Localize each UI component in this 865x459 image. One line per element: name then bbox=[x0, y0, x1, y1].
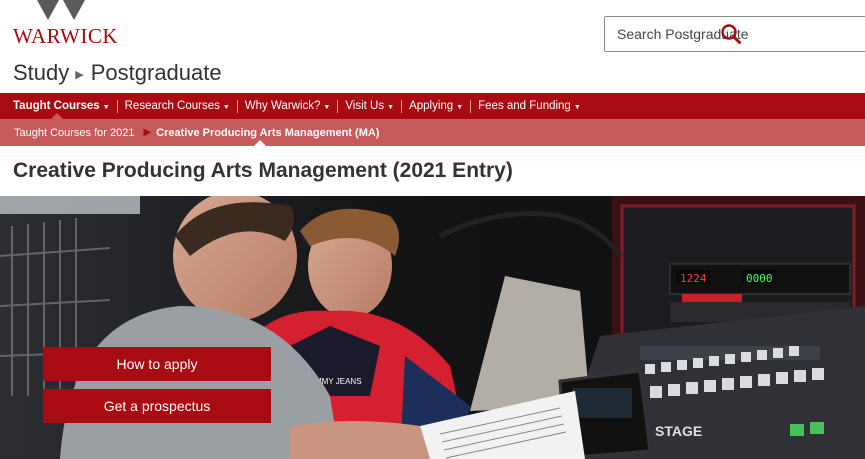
logo-mark-icon bbox=[37, 0, 85, 20]
subnav-arrow-icon: ▶ bbox=[143, 127, 152, 138]
caret-down-icon: ▼ bbox=[102, 103, 110, 111]
site-title: Study ▶ Postgraduate bbox=[13, 60, 222, 86]
nav-research-courses[interactable]: Research Courses ▼ bbox=[125, 100, 230, 112]
current-page-pointer bbox=[254, 140, 266, 146]
subnav-current-page: Creative Producing Arts Management (MA) bbox=[156, 126, 380, 139]
nav-divider bbox=[337, 99, 339, 113]
logo-wordmark: WARWICK bbox=[13, 24, 118, 48]
nav-fees-funding-label: Fees and Funding bbox=[478, 100, 571, 112]
nav-divider bbox=[116, 99, 118, 113]
site-header: WARWICK Study ▶ Postgraduate bbox=[0, 0, 865, 93]
nav-taught-courses[interactable]: Taught Courses ▼ bbox=[13, 100, 110, 112]
nav-applying[interactable]: Applying ▼ bbox=[409, 100, 463, 112]
nav-visit-us[interactable]: Visit Us ▼ bbox=[345, 100, 394, 112]
nav-why-warwick[interactable]: Why Warwick? ▼ bbox=[245, 100, 331, 112]
caret-down-icon: ▼ bbox=[323, 103, 331, 111]
console-brand-text: STAGE bbox=[655, 423, 702, 439]
nav-divider bbox=[470, 99, 472, 113]
page-title: Creative Producing Arts Management (2021… bbox=[13, 159, 513, 182]
caret-down-icon: ▼ bbox=[222, 103, 230, 111]
caret-down-icon: ▼ bbox=[456, 103, 464, 111]
nav-why-warwick-label: Why Warwick? bbox=[244, 100, 321, 112]
nav-applying-label: Applying bbox=[409, 100, 454, 112]
caret-down-icon: ▼ bbox=[573, 103, 581, 111]
sub-nav: Taught Courses for 2021 ▶ Creative Produ… bbox=[0, 119, 865, 146]
site-subsection-link[interactable]: Postgraduate bbox=[91, 60, 222, 86]
nav-taught-courses-label: Taught Courses bbox=[13, 100, 100, 112]
subnav-parent-link[interactable]: Taught Courses for 2021 bbox=[14, 127, 134, 139]
nav-divider bbox=[236, 99, 238, 113]
breadcrumb-arrow-icon: ▶ bbox=[75, 68, 84, 81]
search-icon[interactable] bbox=[720, 23, 742, 45]
caret-down-icon: ▼ bbox=[387, 103, 395, 111]
console-display-2: 0000 bbox=[746, 272, 773, 285]
console-display-1: 1224 bbox=[680, 272, 707, 285]
nav-fees-funding[interactable]: Fees and Funding ▼ bbox=[478, 100, 581, 112]
site-section-link[interactable]: Study bbox=[13, 60, 69, 86]
main-nav: Taught Courses ▼ Research Courses ▼ Why … bbox=[0, 93, 865, 119]
get-prospectus-button[interactable]: Get a prospectus bbox=[43, 389, 271, 423]
nav-research-courses-label: Research Courses bbox=[124, 100, 220, 112]
warwick-logo[interactable]: WARWICK bbox=[13, 0, 123, 48]
how-to-apply-button[interactable]: How to apply bbox=[43, 347, 271, 381]
nav-visit-us-label: Visit Us bbox=[345, 100, 385, 112]
nav-divider bbox=[401, 99, 403, 113]
